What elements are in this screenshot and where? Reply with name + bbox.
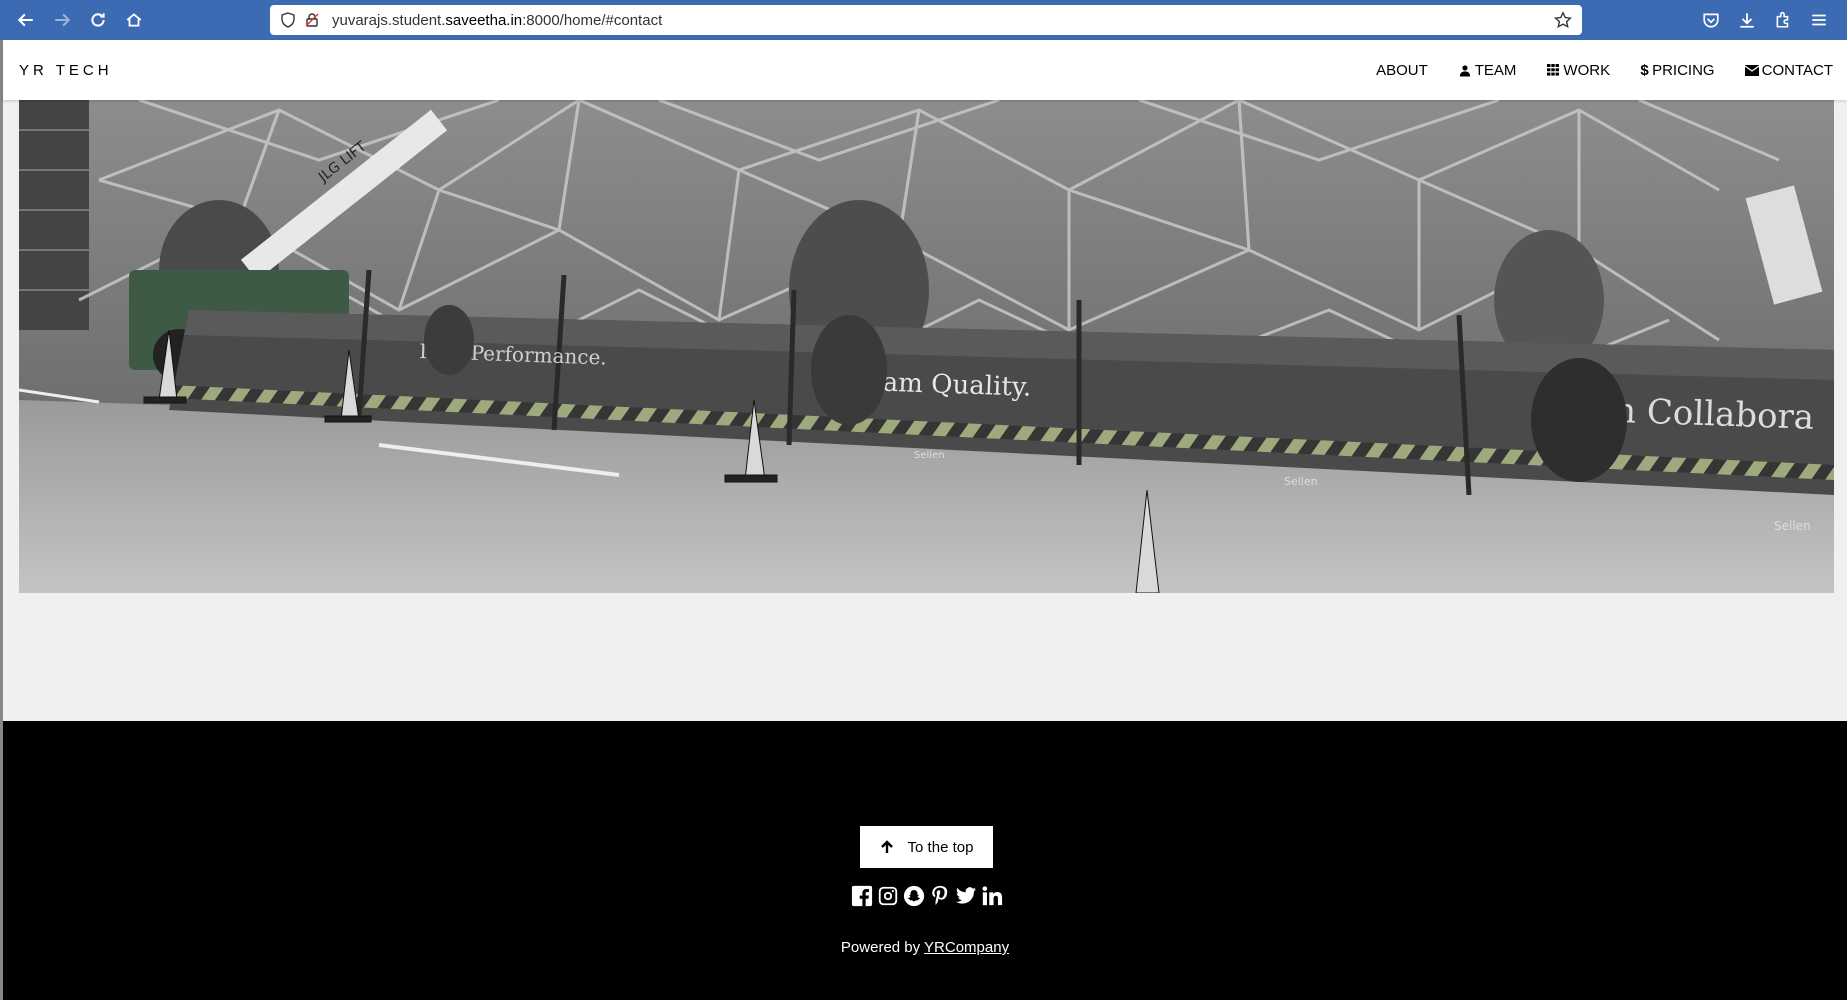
powered-by-prefix: Powered by — [840, 939, 925, 956]
extensions-icon[interactable] — [1765, 2, 1801, 38]
pinterest-icon[interactable] — [927, 883, 953, 909]
instagram-icon[interactable] — [875, 883, 901, 909]
dollar-icon: $ — [1640, 61, 1649, 79]
facebook-icon[interactable] — [849, 883, 875, 909]
envelope-icon — [1744, 63, 1759, 77]
brand-logo[interactable]: YR TECH — [19, 62, 113, 79]
forward-icon[interactable] — [44, 2, 80, 38]
sellen-mark: Sellen — [914, 450, 945, 461]
nav-work[interactable]: WORK — [1531, 40, 1625, 100]
yrcompany-link[interactable]: YRCompany — [924, 939, 1009, 956]
nav-pricing[interactable]: $ PRICING — [1625, 40, 1730, 100]
user-icon — [1458, 63, 1472, 77]
linkedin-icon[interactable] — [979, 883, 1005, 909]
grid-icon — [1546, 63, 1560, 77]
footer: To the top Powered by YRCompany — [3, 721, 1847, 1000]
home-icon[interactable] — [116, 2, 152, 38]
nav-contact[interactable]: CONTACT — [1730, 40, 1847, 100]
sellen-mark: Sellen — [1774, 519, 1811, 533]
to-the-top-button[interactable]: To the top — [860, 826, 993, 868]
bookmark-star-icon[interactable] — [1554, 11, 1572, 29]
snapchat-icon[interactable] — [901, 883, 927, 909]
lock-icon[interactable] — [304, 12, 320, 28]
hero-image: JLG LIFT I am Performance. I am Quality.… — [19, 100, 1834, 593]
twitter-icon[interactable] — [953, 883, 979, 909]
nav-about[interactable]: ABOUT — [1361, 40, 1443, 100]
sellen-mark: Sellen — [1284, 475, 1318, 488]
sign-quality: I am Quality. — [864, 367, 1032, 403]
shield-icon[interactable] — [280, 12, 296, 28]
nav-contact-label: CONTACT — [1761, 61, 1833, 79]
back-icon[interactable] — [8, 2, 44, 38]
page: YR TECH ABOUT TEAM WORK $ PRICING CONTAC… — [3, 40, 1847, 1000]
address-bar[interactable]: yuvarajs.student.saveetha.in:8000/home/#… — [270, 5, 1582, 35]
nav-team[interactable]: TEAM — [1443, 40, 1532, 100]
url-text: yuvarajs.student.saveetha.in:8000/home/#… — [332, 11, 663, 29]
arrow-up-icon — [880, 840, 894, 854]
nav-about-label: ABOUT — [1376, 61, 1428, 79]
to-the-top-label: To the top — [907, 838, 974, 856]
nav-work-label: WORK — [1563, 61, 1611, 79]
site-header: YR TECH ABOUT TEAM WORK $ PRICING CONTAC… — [3, 40, 1847, 100]
powered-by: Powered by YRCompany — [3, 939, 1847, 956]
nav-team-label: TEAM — [1474, 61, 1517, 79]
social-icons — [849, 883, 1005, 909]
nav-pricing-label: PRICING — [1652, 61, 1715, 79]
menu-icon[interactable] — [1801, 2, 1837, 38]
main-nav: ABOUT TEAM WORK $ PRICING CONTACT — [1361, 40, 1847, 100]
browser-toolbar: yuvarajs.student.saveetha.in:8000/home/#… — [0, 0, 1847, 40]
pocket-icon[interactable] — [1693, 2, 1729, 38]
download-icon[interactable] — [1729, 2, 1765, 38]
reload-icon[interactable] — [80, 2, 116, 38]
